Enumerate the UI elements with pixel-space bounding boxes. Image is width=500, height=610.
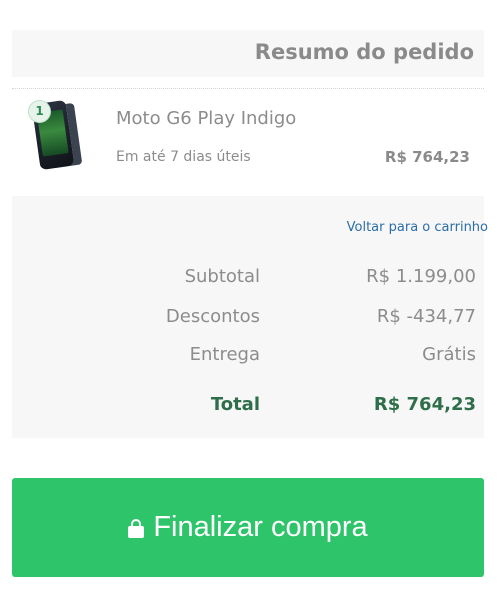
lock-icon	[128, 519, 145, 538]
shipping-value: Grátis	[422, 344, 476, 365]
subtotal-value: R$ 1.199,00	[366, 266, 476, 287]
back-to-cart-link[interactable]: Voltar para o carrinho	[347, 220, 488, 235]
checkout-button[interactable]: Finalizar compra	[12, 478, 484, 577]
discount-label: Descontos	[165, 306, 260, 327]
discount-value: R$ -434,77	[376, 306, 476, 327]
quantity-badge: 1	[28, 100, 51, 123]
divider	[12, 88, 484, 89]
order-summary-header: Resumo do pedido	[12, 30, 484, 77]
subtotal-label: Subtotal	[184, 266, 260, 287]
product-name: Moto G6 Play Indigo	[116, 108, 297, 129]
shipping-label: Entrega	[189, 344, 260, 365]
page-title: Resumo do pedido	[254, 40, 474, 64]
total-label: Total	[210, 394, 260, 415]
price-summary: Voltar para o carrinho Subtotal R$ 1.199…	[12, 196, 488, 438]
checkout-button-label: Finalizar compra	[153, 511, 368, 543]
cart-item: 1 Moto G6 Play Indigo Em até 7 dias útei…	[12, 90, 484, 196]
total-value: R$ 764,23	[373, 394, 476, 415]
product-price: R$ 764,23	[384, 148, 470, 166]
delivery-estimate: Em até 7 dias úteis	[116, 149, 251, 165]
